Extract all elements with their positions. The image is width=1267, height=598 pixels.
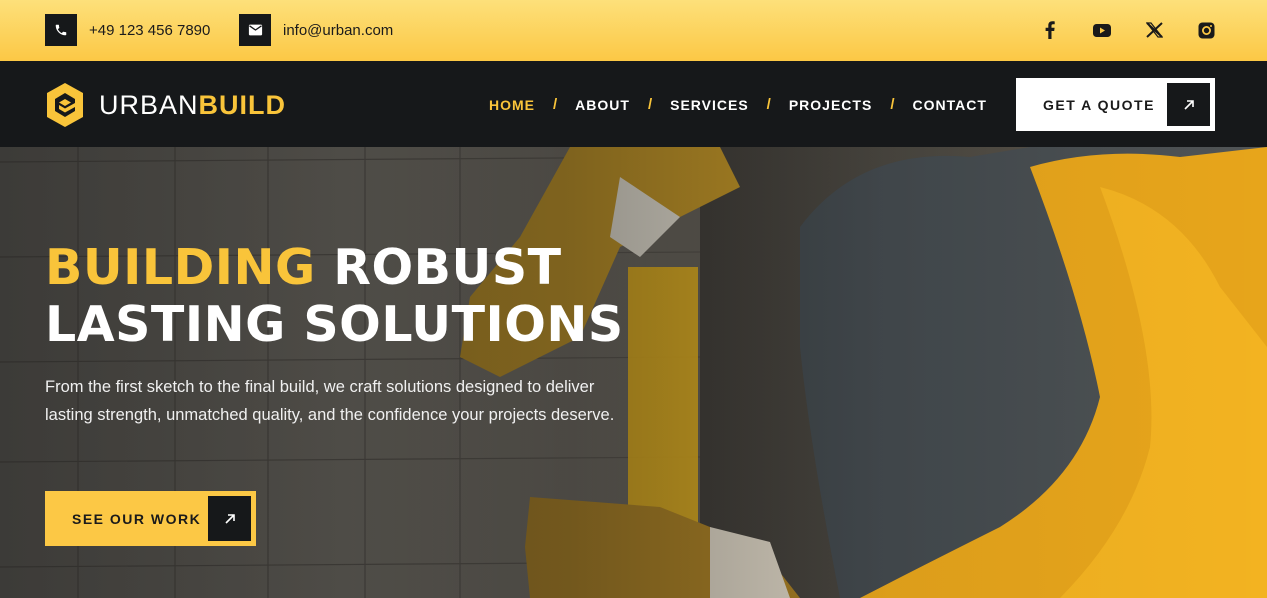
- headline-highlight: BUILDING: [45, 239, 316, 296]
- arrow-up-right-icon: [208, 496, 251, 541]
- phone-contact[interactable]: +49 123 456 7890: [45, 14, 210, 46]
- logo-hexagon-icon: [47, 83, 83, 127]
- phone-icon: [45, 14, 77, 46]
- headline-line2: LASTING SOLUTIONS: [45, 296, 624, 353]
- youtube-icon[interactable]: [1090, 18, 1114, 42]
- phone-number: +49 123 456 7890: [89, 21, 211, 39]
- mail-icon: [239, 14, 271, 46]
- hero-section: BUILDING ROBUST LASTING SOLUTIONS From t…: [0, 147, 1267, 598]
- nav-separator: /: [553, 96, 558, 113]
- hero-subtext: From the first sketch to the final build…: [45, 378, 615, 424]
- nav-separator: /: [766, 96, 771, 113]
- get-a-quote-button[interactable]: GET A QUOTE: [1016, 78, 1215, 131]
- nav-menu: HOME / ABOUT / SERVICES / PROJECTS / CON…: [489, 96, 987, 113]
- instagram-icon[interactable]: [1194, 18, 1218, 42]
- nav-item-about[interactable]: ABOUT: [575, 97, 630, 113]
- arrow-up-right-icon: [1167, 83, 1210, 126]
- brand-name-part1: URBAN: [99, 89, 199, 120]
- x-twitter-icon[interactable]: [1142, 18, 1166, 42]
- main-navigation: URBANBUILD HOME / ABOUT / SERVICES / PRO…: [0, 61, 1267, 147]
- hero-headline: BUILDING ROBUST LASTING SOLUTIONS: [45, 239, 624, 353]
- brand-name-part2: BUILD: [198, 89, 287, 120]
- nav-item-home[interactable]: HOME: [489, 97, 535, 113]
- brand-name: URBANBUILD: [99, 90, 286, 121]
- nav-item-services[interactable]: SERVICES: [670, 97, 749, 113]
- get-a-quote-label: GET A QUOTE: [1043, 96, 1155, 113]
- logo[interactable]: URBANBUILD: [45, 81, 286, 129]
- nav-separator: /: [890, 96, 895, 113]
- nav-item-contact[interactable]: CONTACT: [912, 97, 986, 113]
- see-our-work-label: SEE OUR WORK: [72, 510, 202, 527]
- nav-separator: /: [647, 96, 653, 113]
- headline-rest: ROBUST: [315, 239, 562, 296]
- email-contact[interactable]: info@urban.com: [239, 14, 393, 46]
- see-our-work-button[interactable]: SEE OUR WORK: [45, 491, 256, 546]
- nav-item-projects[interactable]: PROJECTS: [789, 97, 872, 113]
- top-bar: +49 123 456 7890 info@urban.com: [0, 0, 1267, 61]
- email-address: info@urban.com: [283, 21, 394, 39]
- facebook-icon[interactable]: [1038, 18, 1062, 42]
